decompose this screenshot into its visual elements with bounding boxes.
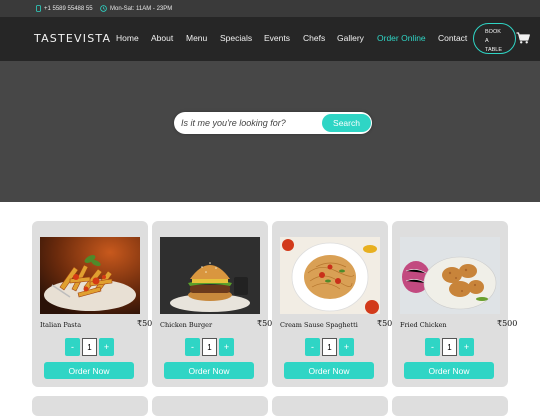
search-bar: Search <box>174 112 372 134</box>
book-label-3: TABLE <box>485 47 503 53</box>
order-now-button[interactable]: Order Now <box>284 362 374 379</box>
decrease-quantity-button[interactable]: - <box>65 338 80 356</box>
nav-chefs[interactable]: Chefs <box>303 33 325 43</box>
order-now-button[interactable]: Order Now <box>404 362 494 379</box>
phone-number: +1 5589 55488 55 <box>44 5 93 12</box>
opening-hours: Mon-Sat: 11AM - 23PM <box>110 5 173 12</box>
product-name: Chicken Burger <box>160 321 213 329</box>
nav-order-online[interactable]: Order Online <box>377 33 426 43</box>
book-label-2: A <box>485 38 489 44</box>
product-name: Cream Sause Spaghetti <box>280 321 358 329</box>
product-card: Italian Pasta ₹500 - + Order Now <box>32 221 157 387</box>
increase-quantity-button[interactable]: + <box>459 338 474 356</box>
decrease-quantity-button[interactable]: - <box>185 338 200 356</box>
decrease-quantity-button[interactable]: - <box>425 338 440 356</box>
search-input[interactable] <box>181 116 321 130</box>
product-card <box>392 396 508 416</box>
search-button[interactable]: Search <box>322 114 371 132</box>
phone-info: +1 5589 55488 55 <box>36 5 93 12</box>
product-card <box>272 396 388 416</box>
product-image-cream-sause-spaghetti <box>280 237 380 314</box>
nav-contact[interactable]: Contact <box>438 33 467 43</box>
product-image-chicken-burger <box>160 237 260 314</box>
hero-section: Search <box>0 61 540 202</box>
product-card <box>152 396 268 416</box>
quantity-input[interactable] <box>82 338 97 356</box>
cart-icon[interactable] <box>516 32 530 44</box>
nav-about[interactable]: About <box>151 33 173 43</box>
decrease-quantity-button[interactable]: - <box>305 338 320 356</box>
top-info-bar: +1 5589 55488 55 Mon-Sat: 11AM - 23PM <box>0 0 540 17</box>
nav-events[interactable]: Events <box>264 33 290 43</box>
book-a-table-button[interactable]: BOOK A TABLE <box>473 23 516 54</box>
increase-quantity-button[interactable]: + <box>99 338 114 356</box>
nav-menu-link[interactable]: Menu <box>186 33 207 43</box>
product-image-fried-chicken <box>400 237 500 314</box>
quantity-input[interactable] <box>202 338 217 356</box>
product-image-italian-pasta <box>40 237 140 314</box>
quantity-input[interactable] <box>442 338 457 356</box>
product-card <box>32 396 148 416</box>
hours-info: Mon-Sat: 11AM - 23PM <box>100 5 172 12</box>
order-now-button[interactable]: Order Now <box>164 362 254 379</box>
brand-logo[interactable]: TASTEVISTA <box>34 32 111 45</box>
product-price: ₹500 <box>497 319 518 328</box>
phone-icon <box>36 5 41 12</box>
quantity-input[interactable] <box>322 338 337 356</box>
product-card: Fried Chicken ₹500 - + Order Now <box>392 221 517 387</box>
product-card: Chicken Burger ₹500 - + Order Now <box>152 221 277 387</box>
clock-icon <box>100 5 107 12</box>
product-name: Italian Pasta <box>40 321 82 329</box>
nav-gallery[interactable]: Gallery <box>337 33 364 43</box>
product-name: Fried Chicken <box>400 321 447 329</box>
nav-home[interactable]: Home <box>116 33 139 43</box>
main-navbar: TASTEVISTA Home About Menu Specials Even… <box>0 17 540 61</box>
nav-specials[interactable]: Specials <box>220 33 252 43</box>
order-now-button[interactable]: Order Now <box>44 362 134 379</box>
increase-quantity-button[interactable]: + <box>339 338 354 356</box>
product-card: Cream Sause Spaghetti ₹500 - + Order Now <box>272 221 397 387</box>
increase-quantity-button[interactable]: + <box>219 338 234 356</box>
book-label-1: BOOK <box>485 29 501 35</box>
